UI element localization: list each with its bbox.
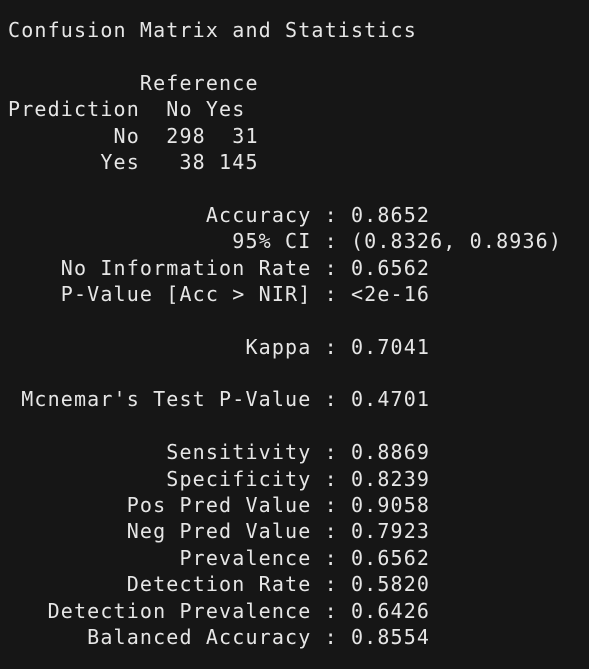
- stat-row: Prevalence : 0.6562: [8, 545, 431, 570]
- matrix-reference-header: Reference: [8, 70, 259, 95]
- stat-row: Detection Rate : 0.5820: [8, 572, 431, 597]
- stat-row: 95% CI : (0.8326, 0.8936): [8, 229, 563, 254]
- output-title: Confusion Matrix and Statistics: [8, 18, 417, 42]
- stat-row: No Information Rate : 0.6562: [8, 255, 431, 280]
- stat-row: Pos Pred Value : 0.9058: [8, 493, 431, 518]
- stat-row: Balanced Accuracy : 0.8554: [8, 624, 431, 649]
- matrix-column-header: Prediction No Yes: [8, 97, 246, 122]
- stat-row: Specificity : 0.8239: [8, 466, 431, 491]
- stat-row: Accuracy : 0.8652: [8, 202, 431, 227]
- stat-row: P-Value [Acc > NIR] : <2e-16: [8, 281, 431, 306]
- stat-row: Kappa : 0.7041: [8, 334, 431, 359]
- console-output: Confusion Matrix and Statistics Referenc…: [8, 17, 562, 650]
- matrix-row: Yes 38 145: [8, 149, 259, 174]
- matrix-row: No 298 31: [8, 123, 259, 148]
- stat-row: Detection Prevalence : 0.6426: [8, 598, 431, 623]
- stat-row: Neg Pred Value : 0.7923: [8, 519, 431, 544]
- stat-row: Mcnemar's Test P-Value : 0.4701: [8, 387, 431, 412]
- stat-row: Sensitivity : 0.8869: [8, 440, 431, 465]
